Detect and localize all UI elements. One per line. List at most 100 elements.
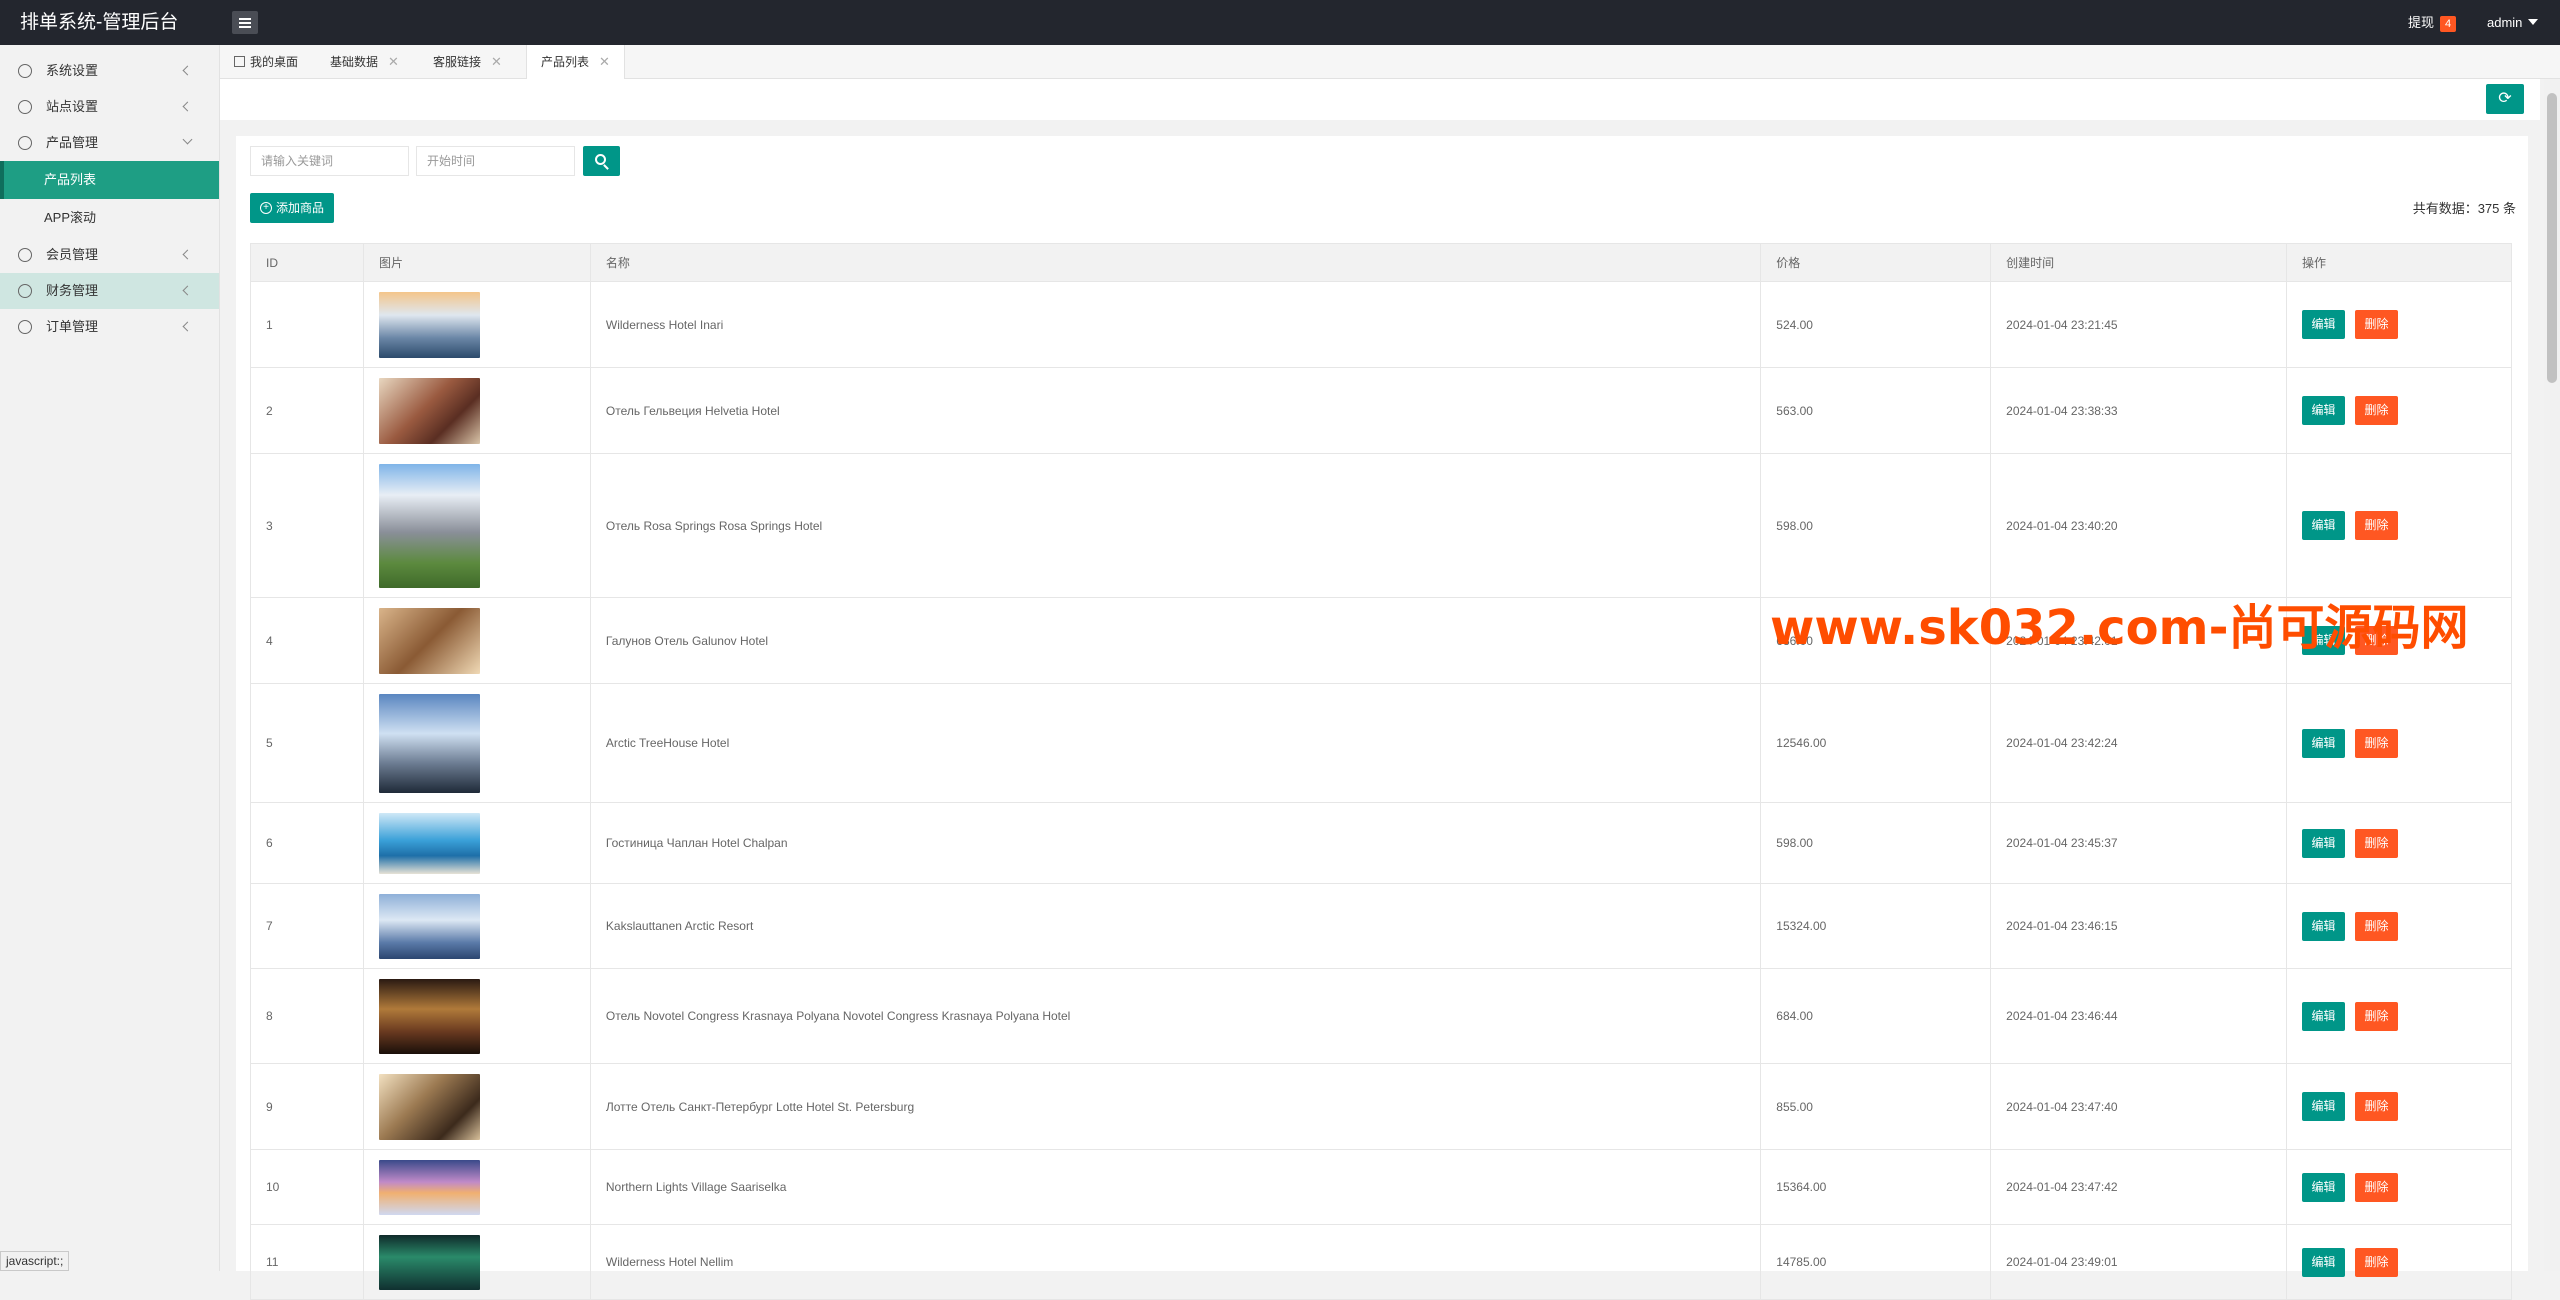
cell-actions: 编辑 删除: [2286, 1063, 2512, 1150]
column-header: 名称: [589, 243, 1762, 282]
cell-image: [362, 1063, 591, 1150]
add-product-button[interactable]: + 添加商品: [250, 193, 335, 223]
cell-price: 855.00: [1760, 1063, 1992, 1150]
table-header-row: ID 图片 名称 价格 创建时间 操作: [250, 243, 2512, 282]
status-bar-url: javascript:;: [0, 1251, 70, 1271]
delete-button[interactable]: 删除: [2355, 1092, 2399, 1121]
app-title: 排单系统-管理后台: [20, 12, 179, 33]
refresh-button[interactable]: ⟳: [2486, 84, 2524, 114]
sidebar-item-members[interactable]: 会员管理: [0, 237, 219, 273]
cell-price: 524.00: [1760, 281, 1992, 368]
refresh-icon: ⟳: [2498, 90, 2512, 107]
table-row: 11 Wilderness Hotel Nellim 14785.00 2024-01…: [250, 1224, 2512, 1300]
sidebar-subitem-app-scroll[interactable]: APP滚动: [0, 199, 219, 237]
cell-id: 6: [250, 802, 364, 884]
cell-name: Отель Гельвеция Helvetia Hotel: [589, 367, 1762, 454]
delete-button[interactable]: 删除: [2355, 1001, 2399, 1031]
edit-button[interactable]: 编辑: [2302, 1092, 2346, 1121]
order-icon: [18, 320, 32, 334]
table-row: 3 Отель Rosa Springs Rosa Springs Hotel 59…: [250, 453, 2512, 598]
product-thumbnail: [378, 1159, 480, 1215]
cell-id: 7: [250, 883, 364, 969]
cell-id: 10: [250, 1149, 364, 1225]
table-row: 6 Гостиница Чаплан Hotel Chalpan 598.00 202…: [250, 802, 2512, 884]
cell-price: 15324.00: [1760, 883, 1992, 969]
sidebar-item-orders[interactable]: 订单管理: [0, 309, 219, 345]
cell-actions: 编辑 删除: [2286, 968, 2512, 1064]
product-thumbnail: [378, 291, 480, 358]
start-date-input[interactable]: [416, 146, 575, 176]
cell-price: 14785.00: [1760, 1224, 1992, 1300]
close-icon[interactable]: ✕: [599, 54, 610, 69]
cell-actions: 编辑 删除: [2286, 453, 2512, 598]
delete-button[interactable]: 删除: [2355, 1247, 2399, 1277]
search-button[interactable]: [583, 146, 620, 176]
cell-id: 4: [250, 597, 364, 684]
table-row: 10 Northern Lights Village Saariselka 1536…: [250, 1149, 2512, 1225]
edit-button[interactable]: 编辑: [2302, 1172, 2346, 1202]
table-row: 9 Лотте Отель Санкт-Петербург Lotte Hotel…: [250, 1063, 2512, 1150]
product-thumbnail: [378, 463, 480, 588]
tab-desktop[interactable]: 我的桌面: [220, 45, 312, 79]
total-count: 共有数据：375 条: [2412, 201, 2516, 216]
edit-button[interactable]: 编辑: [2302, 396, 2346, 425]
keyword-input[interactable]: [250, 146, 409, 176]
product-thumbnail: [378, 607, 480, 674]
scrollbar-thumb[interactable]: [2547, 93, 2557, 383]
sidebar-item-label: 站点设置: [46, 99, 99, 114]
cell-actions: 编辑 删除: [2286, 281, 2512, 368]
edit-button[interactable]: 编辑: [2302, 911, 2346, 941]
user-menu[interactable]: admin: [2487, 0, 2539, 45]
edit-button[interactable]: 编辑: [2302, 310, 2346, 339]
delete-button[interactable]: 删除: [2355, 511, 2399, 540]
sidebar-item-finance[interactable]: 财务管理: [0, 273, 219, 309]
cell-name: Northern Lights Village Saariselka: [589, 1149, 1762, 1225]
delete-button[interactable]: 删除: [2355, 396, 2399, 425]
column-header: ID: [250, 243, 364, 282]
edit-button[interactable]: 编辑: [2302, 728, 2346, 758]
cell-name: Wilderness Hotel Nellim: [589, 1224, 1762, 1300]
tab-product-list[interactable]: 产品列表 ✕: [526, 45, 625, 80]
delete-button[interactable]: 删除: [2355, 728, 2399, 758]
cell-actions: 编辑 删除: [2286, 802, 2512, 884]
cell-actions: 编辑 删除: [2286, 683, 2512, 803]
cell-id: 5: [250, 683, 364, 803]
cell-price: 598.00: [1760, 453, 1992, 598]
cell-id: 3: [250, 453, 364, 598]
chevron-left-icon: [182, 249, 193, 260]
delete-button[interactable]: 删除: [2355, 1172, 2399, 1202]
globe-icon: [18, 100, 32, 114]
sidebar-item-site-settings[interactable]: 站点设置: [0, 89, 219, 125]
cell-image: [362, 367, 591, 454]
table-row: 2 Отель Гельвеция Helvetia Hotel 563.00 202…: [250, 367, 2512, 454]
product-thumbnail: [378, 812, 480, 874]
menu-toggle-icon[interactable]: [232, 11, 258, 34]
tab-basic-data[interactable]: 基础数据 ✕: [316, 45, 413, 79]
edit-button[interactable]: 编辑: [2302, 828, 2346, 858]
sidebar-item-system-settings[interactable]: 系统设置: [0, 53, 219, 89]
delete-button[interactable]: 删除: [2355, 911, 2399, 941]
cell-created: 2024-01-04 23:40:20: [1990, 453, 2288, 598]
cell-id: 2: [250, 367, 364, 454]
cell-created: 2024-01-04 23:47:40: [1990, 1063, 2288, 1150]
close-icon[interactable]: ✕: [491, 54, 502, 69]
cell-actions: 编辑 删除: [2286, 367, 2512, 454]
delete-button[interactable]: 删除: [2355, 310, 2399, 339]
vertical-scrollbar[interactable]: [2544, 79, 2560, 1271]
sidebar-subitem-product-list[interactable]: 产品列表: [0, 161, 219, 199]
sidebar: 系统设置 站点设置 产品管理 产品列表 APP滚动 会员管理 财务管理 订单管理: [0, 45, 220, 1271]
edit-button[interactable]: 编辑: [2302, 1001, 2346, 1031]
withdraw-link[interactable]: 提现 4: [2408, 0, 2457, 45]
close-icon[interactable]: ✕: [388, 54, 399, 69]
cell-id: 11: [250, 1224, 364, 1300]
cell-image: [362, 597, 591, 684]
delete-button[interactable]: 删除: [2355, 828, 2399, 858]
edit-button[interactable]: 编辑: [2302, 511, 2346, 540]
edit-button[interactable]: 编辑: [2302, 1247, 2346, 1277]
cell-name: Гостиница Чаплан Hotel Chalpan: [589, 802, 1762, 884]
tab-label: 产品列表: [541, 55, 590, 69]
cell-created: 2024-01-04 23:49:01: [1990, 1224, 2288, 1300]
top-header: 排单系统-管理后台 提现 4 admin: [0, 0, 2560, 45]
sidebar-item-products[interactable]: 产品管理: [0, 125, 219, 161]
tab-service-link[interactable]: 客服链接 ✕: [419, 45, 516, 79]
